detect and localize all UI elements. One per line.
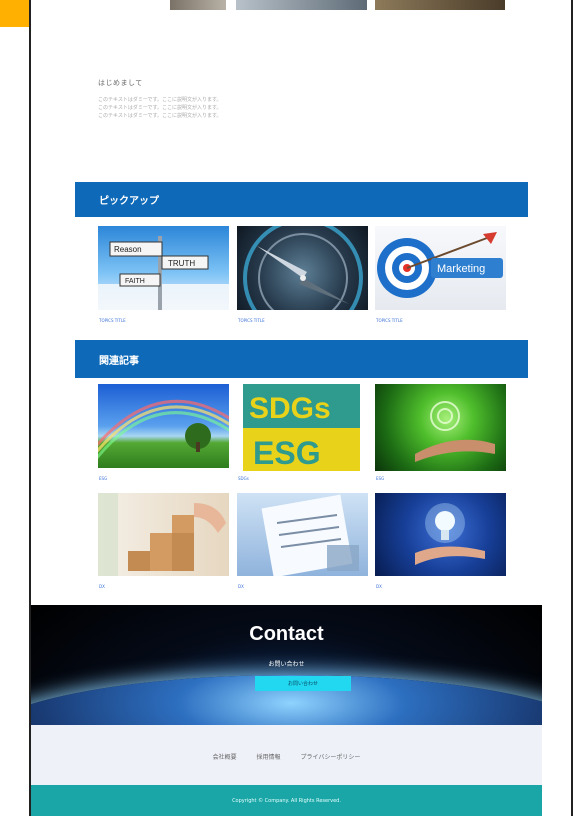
top-image-3: [375, 0, 505, 10]
related-card-bulb[interactable]: [375, 493, 506, 576]
rainbow-illustration: [98, 399, 229, 460]
intro-line: このテキストはダミーです。ここに説明文が入ります。: [98, 105, 222, 111]
green-hand-illustration: [415, 401, 495, 462]
contact-title: Contact: [249, 623, 324, 645]
related-caption[interactable]: DX: [99, 584, 105, 589]
footer-link[interactable]: プライバシーポリシー: [300, 754, 360, 761]
intro-line: このテキストはダミーです。ここに説明文が入ります。: [98, 97, 222, 103]
intro-title: はじめまして: [98, 79, 143, 87]
related-caption[interactable]: SDGs: [238, 476, 249, 481]
copyright-bar: Copyright © Company. All Rights Reserved…: [31, 785, 542, 816]
related-section-header: 関連記事: [75, 340, 528, 378]
marketing-target-illustration: Marketing: [377, 232, 503, 298]
top-image-1: [170, 0, 226, 10]
document-illustration: [261, 494, 359, 576]
pickup-card-signpost[interactable]: Reason TRUTH FAITH: [98, 226, 229, 310]
esg-text: ESG: [253, 435, 321, 471]
signpost-label-3: FAITH: [125, 278, 145, 285]
pickup-card-marketing[interactable]: Marketing: [375, 226, 506, 310]
contact-section: Contact お問い合わせ お問い合わせ: [31, 605, 542, 725]
sdgs-text: SDGs: [249, 392, 331, 425]
blocks-illustration: [98, 493, 226, 576]
related-caption[interactable]: DX: [238, 584, 244, 589]
pickup-caption[interactable]: TOPICS TITLE: [376, 318, 403, 323]
contact-button[interactable]: お問い合わせ: [255, 676, 351, 691]
pickup-caption[interactable]: TOPICS TITLE: [238, 318, 265, 323]
signpost-label-2: TRUTH: [168, 259, 195, 268]
copyright-text: Copyright © Company. All Rights Reserved…: [232, 797, 341, 804]
top-image-2: [236, 0, 367, 10]
footer-link[interactable]: 会社概要: [213, 754, 237, 761]
contact-subtitle: お問い合わせ: [268, 661, 305, 668]
pickup-card-compass[interactable]: [237, 226, 368, 310]
related-card-document[interactable]: [237, 493, 368, 576]
intro-line: このテキストはダミーです。ここに説明文が入ります。: [98, 113, 222, 119]
signpost-label-1: Reason: [114, 245, 142, 254]
pickup-section-title: ピックアップ: [99, 196, 159, 207]
related-card-blocks[interactable]: [98, 493, 229, 576]
intro-text-block: はじめまして このテキストはダミーです。ここに説明文が入ります。 このテキストは…: [98, 78, 328, 120]
compass-illustration: [243, 226, 363, 310]
footer: 会社概要 採用情報 プライバシーポリシー: [31, 725, 542, 785]
bulb-illustration: [415, 503, 485, 565]
related-caption[interactable]: DX: [376, 584, 382, 589]
related-card-green-hand[interactable]: [375, 384, 506, 471]
sdgs-esg-illustration: SDGs ESG: [243, 384, 360, 471]
marketing-label: Marketing: [437, 263, 485, 275]
related-card-rainbow[interactable]: [98, 384, 229, 468]
signpost-illustration: Reason TRUTH FAITH: [98, 236, 229, 310]
related-caption[interactable]: ESG: [99, 476, 107, 481]
pickup-caption[interactable]: TOPICS TITLE: [99, 318, 126, 323]
related-card-sdgs-esg[interactable]: SDGs ESG: [243, 384, 360, 471]
footer-links: 会社概要 採用情報 プライバシーポリシー: [31, 752, 542, 761]
related-section-title: 関連記事: [99, 355, 139, 367]
related-caption[interactable]: ESG: [376, 476, 384, 481]
footer-link[interactable]: 採用情報: [257, 754, 281, 761]
pickup-section-header: ピックアップ: [75, 182, 528, 217]
